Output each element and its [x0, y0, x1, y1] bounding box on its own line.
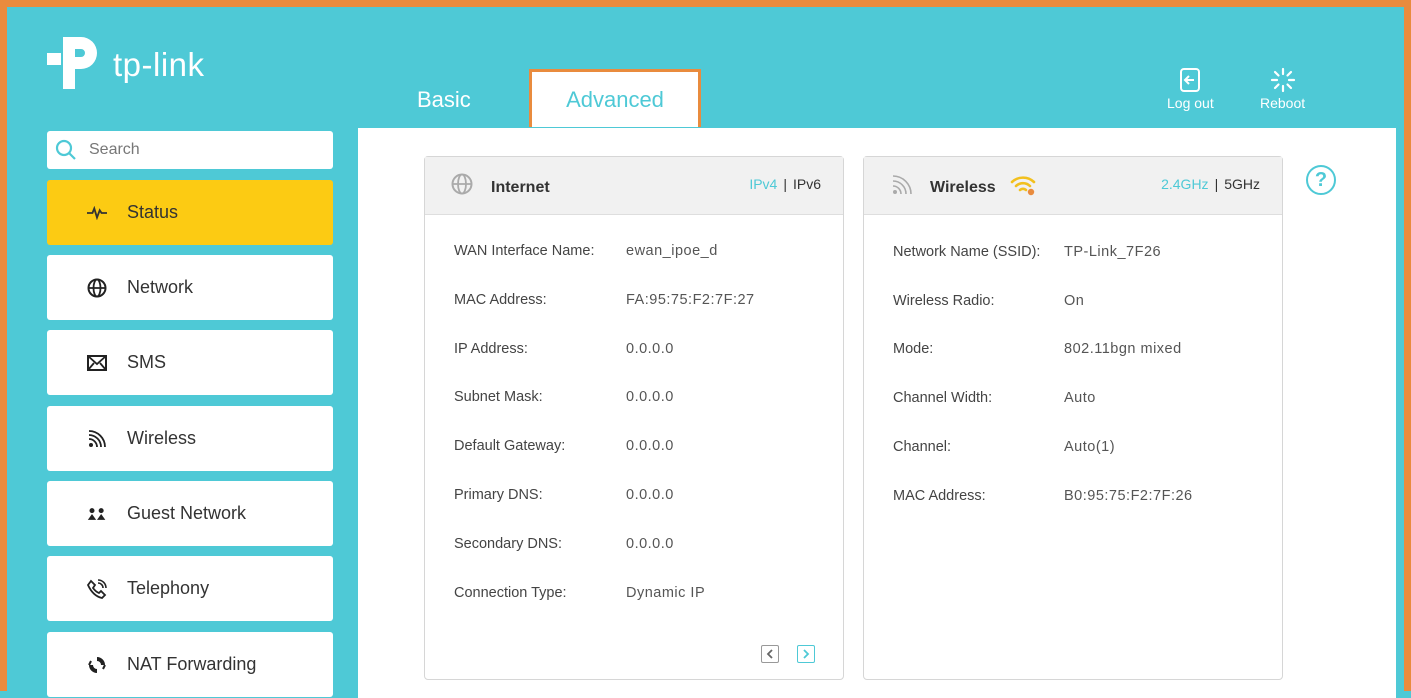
wireless-mac-label: MAC Address: [893, 488, 986, 504]
pulse-icon [87, 203, 107, 223]
envelope-icon [87, 353, 107, 373]
band-switch: 2.4GHz | 5GHz [1161, 176, 1260, 192]
channel-value: Auto(1) [1064, 439, 1116, 455]
ssid-value: TP-Link_7F26 [1064, 244, 1162, 260]
mac-address-label: MAC Address: [454, 292, 547, 308]
ssid-label: Network Name (SSID): [893, 244, 1041, 260]
router-admin-page: tp-link Basic Advanced Log out Reboot Se… [0, 0, 1411, 698]
sidebar-item-label: Status [127, 202, 179, 222]
next-page-button[interactable] [797, 645, 815, 663]
wireless-title: Wireless [930, 179, 996, 196]
sidebar-item-nat-forwarding[interactable]: NAT Forwarding [47, 632, 333, 697]
secondary-dns-value: 0.0.0.0 [626, 536, 674, 552]
help-button[interactable]: ? [1306, 165, 1336, 195]
search-input[interactable]: Search [47, 131, 333, 169]
reboot-label: Reboot [1260, 95, 1306, 111]
channel-label: Channel: [893, 439, 952, 455]
internet-card: Internet IPv4 | IPv6 WAN Interface Name: e… [424, 156, 844, 680]
subnet-mask-value: 0.0.0.0 [626, 389, 674, 405]
wifi-signal-icon [87, 429, 107, 449]
reboot-icon [1270, 67, 1295, 93]
tp-link-logo: tp-link [43, 33, 205, 97]
sidebar-item-telephony[interactable]: Telephony [47, 556, 333, 621]
help-icon: ? [1314, 168, 1328, 191]
main-panel: Internet IPv4 | IPv6 WAN Interface Name: e… [358, 128, 1396, 698]
wireless-mac-value: B0:95:75:F2:7F:26 [1064, 488, 1193, 504]
logout-button[interactable]: Log out [1167, 67, 1214, 111]
wan-interface-label: WAN Interface Name: [454, 243, 595, 259]
sidebar-item-label: NAT Forwarding [127, 654, 257, 674]
wifi-status-icon [1010, 176, 1036, 196]
ip-address-label: IP Address: [454, 341, 528, 357]
prev-page-button[interactable] [761, 645, 779, 663]
default-gateway-label: Default Gateway: [454, 438, 566, 454]
wireless-radio-label: Wireless Radio: [893, 293, 995, 309]
chevron-right-icon [803, 649, 810, 659]
wireless-card: Wireless 2.4GHz | 5GHz Network Name (SSID)… [863, 156, 1283, 680]
ip-separator: | [783, 176, 787, 192]
wifi-signal-icon [892, 175, 912, 195]
connection-type-label: Connection Type: [454, 585, 567, 601]
ip-version-switch: IPv4 | IPv6 [749, 176, 821, 192]
default-gateway-value: 0.0.0.0 [626, 438, 674, 454]
internet-title: Internet [491, 179, 550, 196]
ip-address-value: 0.0.0.0 [626, 341, 674, 357]
nat-icon [87, 655, 107, 675]
sidebar-item-label: Network [127, 277, 194, 297]
channel-width-label: Channel Width: [893, 390, 993, 406]
connection-type-value: Dynamic IP [626, 585, 706, 601]
logout-icon [1180, 68, 1201, 92]
mode-label: Mode: [893, 341, 934, 357]
sidebar-item-wireless[interactable]: Wireless [47, 406, 333, 471]
chevron-left-icon [766, 649, 773, 659]
reboot-button[interactable]: Reboot [1260, 67, 1305, 111]
secondary-dns-label: Secondary DNS: [454, 536, 562, 552]
ipv4-link[interactable]: IPv4 [749, 176, 777, 192]
logout-label: Log out [1167, 95, 1214, 111]
globe-icon [87, 278, 107, 298]
sidebar-item-label: Guest Network [127, 503, 247, 523]
band-5ghz-link[interactable]: 5GHz [1224, 176, 1260, 192]
phone-icon [87, 578, 107, 599]
tab-basic[interactable]: Basic [417, 87, 471, 113]
primary-dns-label: Primary DNS: [454, 487, 543, 503]
sidebar-item-sms[interactable]: SMS [47, 330, 333, 395]
wireless-radio-value: On [1064, 293, 1085, 309]
band-separator: | [1214, 176, 1219, 192]
tp-link-logo-icon [47, 37, 97, 89]
mac-address-value: FA:95:75:F2:7F:27 [626, 292, 755, 308]
wireless-card-header: Wireless 2.4GHz | 5GHz [864, 157, 1282, 215]
globe-icon [451, 173, 473, 195]
ipv6-link[interactable]: IPv6 [793, 176, 821, 192]
sidebar-item-label: Telephony [127, 578, 210, 598]
wan-interface-value: ewan_ipoe_d [626, 243, 718, 259]
sidebar-item-network[interactable]: Network [47, 255, 333, 320]
sidebar-item-label: SMS [127, 352, 167, 372]
band-24ghz-link[interactable]: 2.4GHz [1161, 176, 1208, 192]
sidebar-item-status[interactable]: Status [47, 180, 333, 245]
sidebar-item-guest-network[interactable]: Guest Network [47, 481, 333, 546]
search-icon [55, 139, 76, 160]
search-placeholder: Search [89, 141, 140, 158]
brand-name: tp-link [113, 46, 205, 83]
channel-width-value: Auto [1064, 390, 1096, 406]
mode-value: 802.11bgn mixed [1064, 341, 1182, 357]
sidebar-item-label: Wireless [127, 428, 197, 448]
subnet-mask-label: Subnet Mask: [454, 389, 543, 405]
internet-card-header: Internet IPv4 | IPv6 [425, 157, 843, 215]
primary-dns-value: 0.0.0.0 [626, 487, 674, 503]
guests-icon [87, 504, 107, 524]
tab-advanced[interactable]: Advanced [529, 69, 701, 127]
